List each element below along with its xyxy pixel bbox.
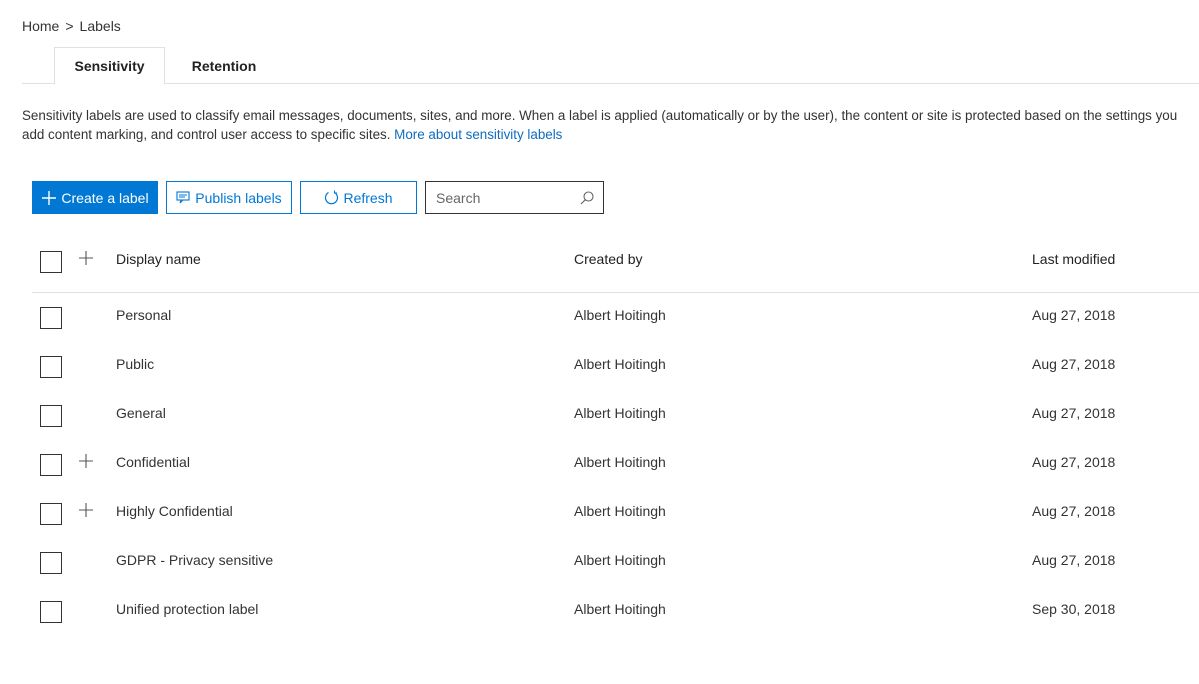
expand-row-icon[interactable] <box>78 502 94 518</box>
plus-icon <box>42 190 57 205</box>
label-last-modified: Aug 27, 2018 <box>1032 356 1116 372</box>
breadcrumb: Home > Labels <box>22 18 121 34</box>
tab-bar: Sensitivity Retention <box>22 47 1199 85</box>
table-row[interactable]: Highly Confidential Albert Hoitingh Aug … <box>32 489 1199 538</box>
refresh-button[interactable]: Refresh <box>300 181 417 214</box>
table-row[interactable]: Public Albert Hoitingh Aug 27, 2018 <box>32 342 1199 391</box>
publish-icon <box>176 191 190 204</box>
search-input[interactable] <box>434 188 579 207</box>
tab-retention[interactable]: Retention <box>174 47 274 84</box>
label-display-name: GDPR - Privacy sensitive <box>116 552 274 568</box>
label-created-by: Albert Hoitingh <box>574 601 666 617</box>
publish-labels-button[interactable]: Publish labels <box>166 181 292 214</box>
expand-all-icon[interactable] <box>78 250 94 266</box>
label-created-by: Albert Hoitingh <box>574 307 666 323</box>
label-created-by: Albert Hoitingh <box>574 454 666 470</box>
refresh-icon <box>325 190 339 205</box>
table-row[interactable]: Unified protection label Albert Hoitingh… <box>32 587 1199 636</box>
label-last-modified: Aug 27, 2018 <box>1032 307 1116 323</box>
row-checkbox[interactable] <box>40 503 62 525</box>
label-display-name: Highly Confidential <box>116 503 233 519</box>
refresh-text: Refresh <box>343 189 393 206</box>
more-about-link[interactable]: More about sensitivity labels <box>394 127 562 142</box>
label-created-by: Albert Hoitingh <box>574 503 666 519</box>
row-checkbox[interactable] <box>40 601 62 623</box>
publish-labels-text: Publish labels <box>195 189 282 206</box>
select-all-checkbox[interactable] <box>40 251 62 273</box>
tab-sensitivity[interactable]: Sensitivity <box>54 47 165 85</box>
description-text-2: add content marking, and control user ac… <box>22 127 391 142</box>
label-display-name: Unified protection label <box>116 601 259 617</box>
label-display-name: Confidential <box>116 454 190 470</box>
table-row[interactable]: GDPR - Privacy sensitive Albert Hoitingh… <box>32 538 1199 587</box>
label-last-modified: Sep 30, 2018 <box>1032 601 1116 617</box>
table-row[interactable]: General Albert Hoitingh Aug 27, 2018 <box>32 391 1199 440</box>
column-header-display-name[interactable]: Display name <box>116 251 201 267</box>
row-checkbox[interactable] <box>40 552 62 574</box>
expand-row-icon[interactable] <box>78 453 94 469</box>
label-created-by: Albert Hoitingh <box>574 405 666 421</box>
table-row[interactable]: Confidential Albert Hoitingh Aug 27, 201… <box>32 440 1199 489</box>
search-box <box>425 181 604 214</box>
table-header: Display name Created by Last modified <box>32 236 1199 293</box>
label-last-modified: Aug 27, 2018 <box>1032 552 1116 568</box>
create-label-text: Create a label <box>61 189 149 206</box>
row-checkbox[interactable] <box>40 307 62 329</box>
page-description: Sensitivity labels are used to classify … <box>22 106 1199 144</box>
row-checkbox[interactable] <box>40 454 62 476</box>
search-icon[interactable] <box>579 190 595 206</box>
column-header-created-by[interactable]: Created by <box>574 251 642 267</box>
breadcrumb-current: Labels <box>79 18 121 34</box>
labels-table: Display name Created by Last modified Pe… <box>32 236 1199 636</box>
column-header-last-modified[interactable]: Last modified <box>1032 251 1115 267</box>
label-created-by: Albert Hoitingh <box>574 552 666 568</box>
create-label-button[interactable]: Create a label <box>32 181 158 214</box>
row-checkbox[interactable] <box>40 356 62 378</box>
description-line-2: add content marking, and control user ac… <box>22 125 1199 144</box>
label-display-name: General <box>116 405 166 421</box>
label-display-name: Personal <box>116 307 172 323</box>
label-last-modified: Aug 27, 2018 <box>1032 454 1116 470</box>
description-line-1: Sensitivity labels are used to classify … <box>22 108 1178 123</box>
breadcrumb-separator: > <box>65 18 74 34</box>
table-row[interactable]: Personal Albert Hoitingh Aug 27, 2018 <box>32 293 1199 342</box>
label-created-by: Albert Hoitingh <box>574 356 666 372</box>
label-last-modified: Aug 27, 2018 <box>1032 405 1116 421</box>
label-display-name: Public <box>116 356 155 372</box>
breadcrumb-home-link[interactable]: Home <box>22 18 59 34</box>
row-checkbox[interactable] <box>40 405 62 427</box>
label-last-modified: Aug 27, 2018 <box>1032 503 1116 519</box>
